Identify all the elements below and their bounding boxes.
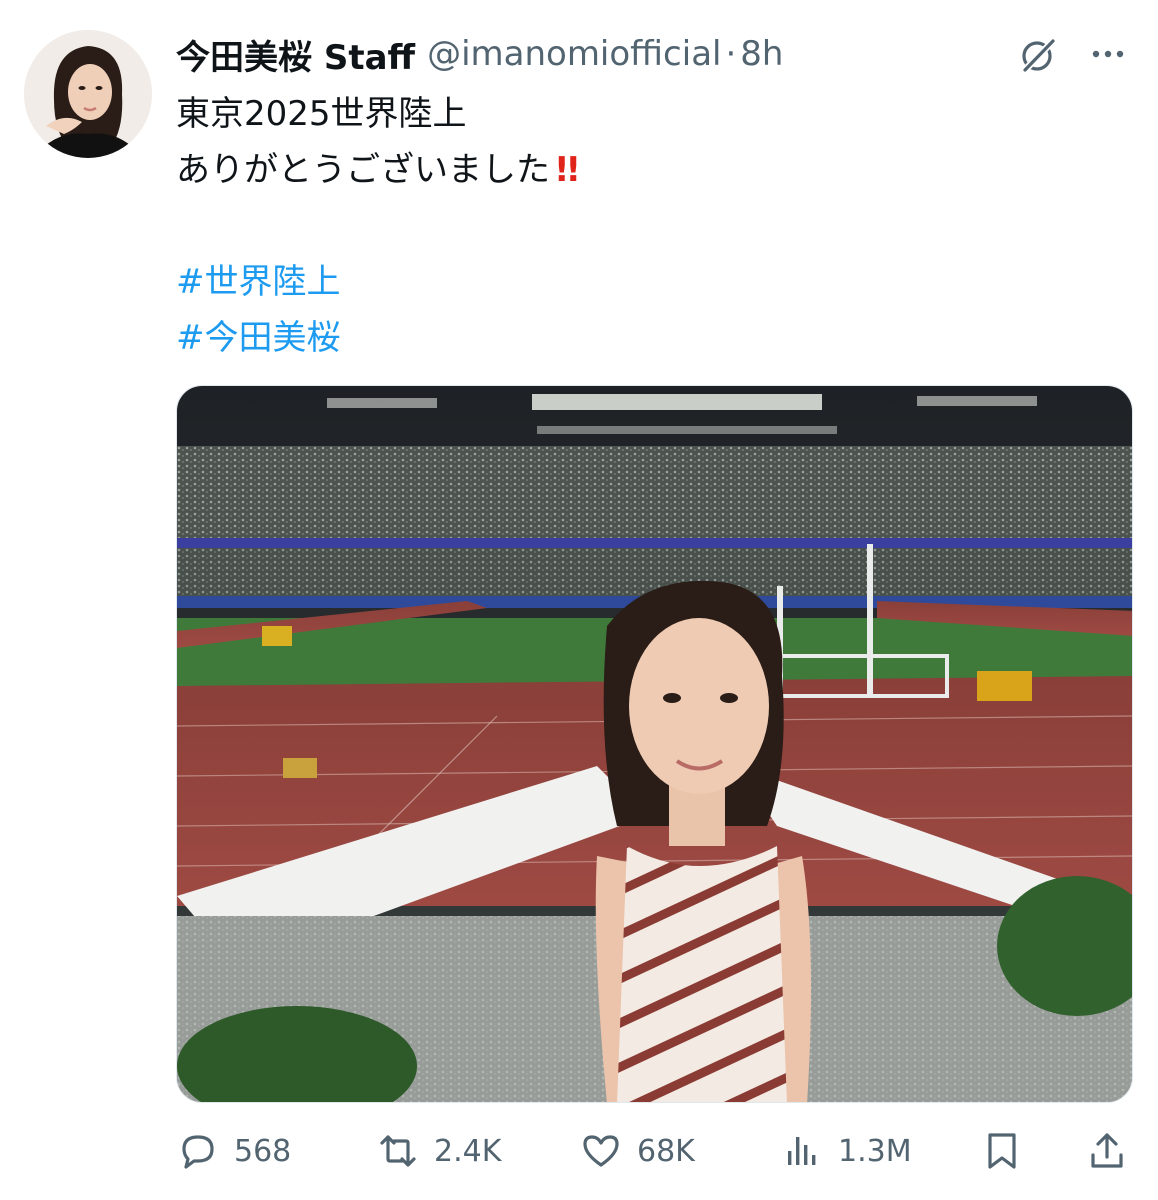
- display-name[interactable]: 今田美桜 Staff: [176, 30, 415, 79]
- views-icon: [788, 1137, 816, 1165]
- like-count: 68K: [637, 1133, 695, 1169]
- tweet-card: 今田美桜 Staff @imanomiofficial · 8h 東京2025世…: [0, 0, 1158, 1200]
- user-handle[interactable]: @imanomiofficial: [427, 34, 721, 74]
- reply-count: 568: [234, 1133, 292, 1169]
- reply-icon: [182, 1135, 214, 1169]
- views-count: 1.3M: [838, 1133, 912, 1169]
- action-bar: 568 2.4K 68K 1.3M: [176, 1126, 1133, 1176]
- more-icon[interactable]: [1086, 34, 1130, 78]
- double-exclamation-emoji: !!: [554, 150, 581, 190]
- tweet-line: ありがとうございました!!: [176, 142, 1126, 198]
- share-button[interactable]: [1085, 1126, 1129, 1176]
- like-icon: [583, 1135, 619, 1167]
- tweet-line-text: ありがとうございました: [176, 150, 550, 190]
- views-button[interactable]: 1.3M: [780, 1126, 912, 1176]
- repost-icon: [380, 1135, 416, 1167]
- tweet-text: 東京2025世界陸上 ありがとうございました!! #世界陸上 #今田美桜: [176, 86, 1126, 366]
- like-button[interactable]: 68K: [579, 1126, 695, 1176]
- hashtag-link[interactable]: #世界陸上: [176, 254, 1126, 310]
- tweet-header: 今田美桜 Staff @imanomiofficial · 8h: [176, 30, 783, 78]
- bookmark-icon: [988, 1133, 1016, 1169]
- repost-button[interactable]: 2.4K: [376, 1126, 501, 1176]
- repost-count: 2.4K: [434, 1133, 502, 1169]
- share-icon: [1091, 1133, 1123, 1168]
- tweet-line: 東京2025世界陸上: [176, 94, 467, 134]
- grok-icon[interactable]: [1016, 34, 1060, 78]
- avatar[interactable]: [24, 30, 152, 158]
- hashtag-link[interactable]: #今田美桜: [176, 310, 1126, 366]
- separator-dot: ·: [725, 34, 737, 74]
- bookmark-button[interactable]: [980, 1126, 1024, 1176]
- timestamp[interactable]: 8h: [740, 34, 783, 74]
- reply-button[interactable]: 568: [176, 1126, 291, 1176]
- tweet-photo[interactable]: [176, 385, 1133, 1103]
